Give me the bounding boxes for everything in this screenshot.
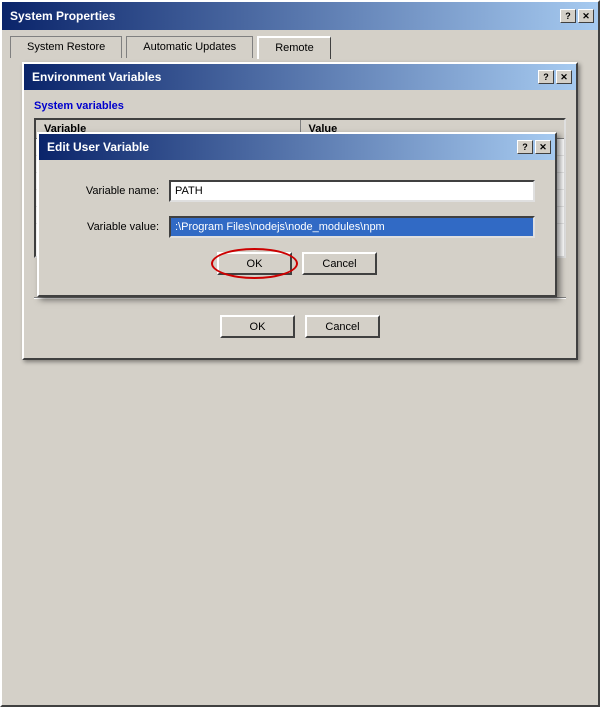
edit-dialog-title-buttons: ? ✕ xyxy=(517,140,551,154)
tabs-bar: System Restore Automatic Updates Remote xyxy=(2,30,598,58)
variable-name-input[interactable] xyxy=(169,180,535,202)
separator xyxy=(34,297,566,299)
system-properties-close-button[interactable]: ✕ xyxy=(578,9,594,23)
edit-dialog-help-button[interactable]: ? xyxy=(517,140,533,154)
edit-dialog-content: Variable name: Variable value: OK Cancel xyxy=(39,160,555,295)
variable-value-row: Variable value: xyxy=(59,216,535,238)
env-dialog-title-buttons: ? ✕ xyxy=(538,70,572,84)
variable-name-row: Variable name: xyxy=(59,180,535,202)
edit-ok-button[interactable]: OK xyxy=(217,252,292,275)
env-dialog-title: Environment Variables xyxy=(32,70,161,84)
system-vars-section-label: System variables xyxy=(34,100,566,112)
tab-remote[interactable]: Remote xyxy=(257,36,331,59)
env-cancel-button[interactable]: Cancel xyxy=(305,315,380,338)
system-properties-help-button[interactable]: ? xyxy=(560,9,576,23)
env-dialog-title-bar: Environment Variables ? ✕ xyxy=(24,64,576,90)
env-ok-button[interactable]: OK xyxy=(220,315,295,338)
variable-value-label: Variable value: xyxy=(59,221,169,233)
env-ok-cancel-buttons: OK Cancel xyxy=(34,305,566,348)
variable-name-label: Variable name: xyxy=(59,185,169,197)
variable-value-input[interactable] xyxy=(169,216,535,238)
edit-dialog-title-bar: Edit User Variable ? ✕ xyxy=(39,134,555,160)
env-dialog-close-button[interactable]: ✕ xyxy=(556,70,572,84)
edit-cancel-button[interactable]: Cancel xyxy=(302,252,377,275)
tab-system-restore[interactable]: System Restore xyxy=(10,36,122,58)
edit-dialog-buttons: OK Cancel xyxy=(59,252,535,275)
edit-dialog-close-button[interactable]: ✕ xyxy=(535,140,551,154)
system-properties-title-bar: System Properties ? ✕ xyxy=(2,2,598,30)
system-properties-title-buttons: ? ✕ xyxy=(560,9,594,23)
system-properties-window: System Properties ? ✕ System Restore Aut… xyxy=(0,0,600,707)
edit-dialog-title: Edit User Variable xyxy=(47,140,149,154)
tab-automatic-updates[interactable]: Automatic Updates xyxy=(126,36,253,58)
env-dialog-help-button[interactable]: ? xyxy=(538,70,554,84)
edit-user-variable-dialog: Edit User Variable ? ✕ Variable name: Va… xyxy=(37,132,557,297)
system-properties-title: System Properties xyxy=(10,9,115,23)
